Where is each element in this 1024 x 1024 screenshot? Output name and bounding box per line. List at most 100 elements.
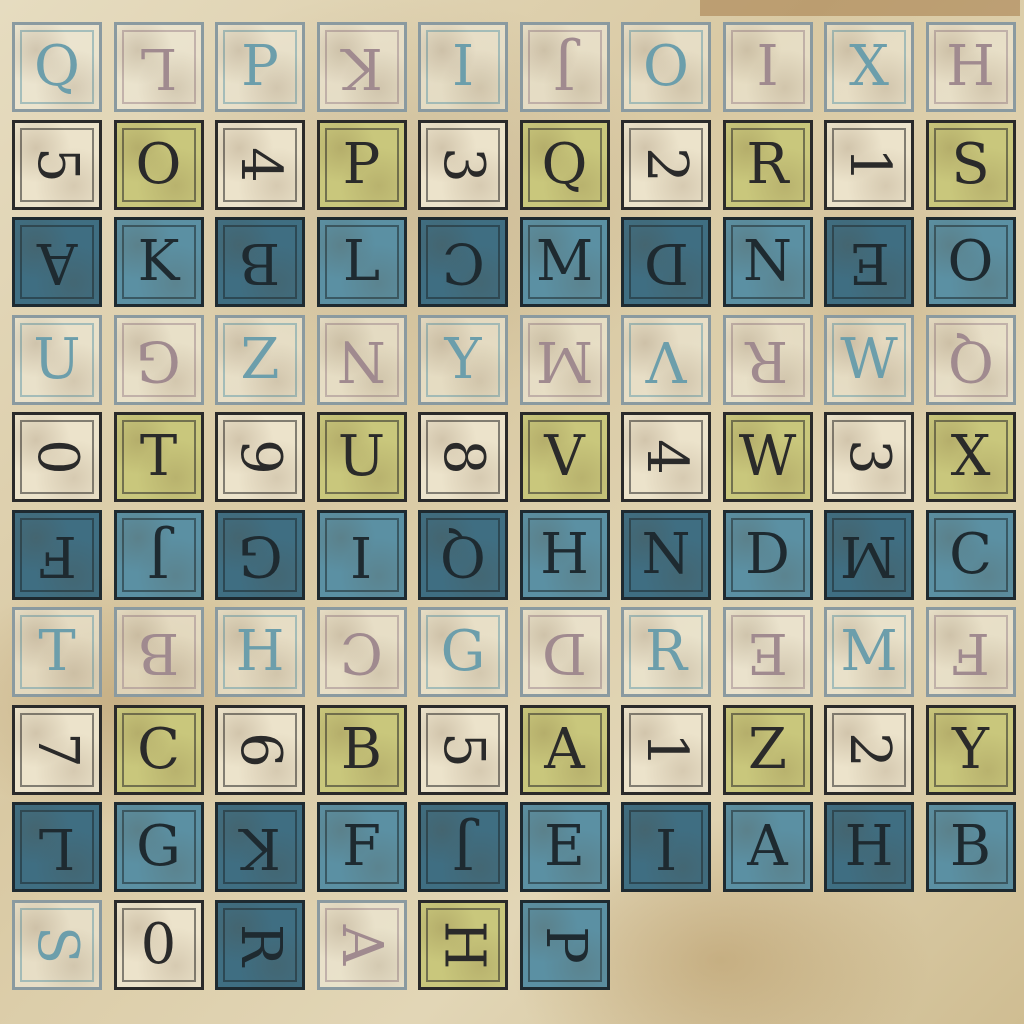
letter-tile: I bbox=[621, 802, 711, 892]
letter-tile: J bbox=[519, 22, 610, 112]
letter-tile: B bbox=[925, 802, 1016, 892]
letter-tile: P bbox=[519, 899, 610, 990]
letter-tile: R bbox=[621, 607, 711, 697]
tile-glyph: O bbox=[947, 229, 994, 294]
tile-glyph: N bbox=[743, 229, 792, 294]
tile-glyph: 3 bbox=[836, 439, 902, 475]
tile-glyph: Y bbox=[952, 716, 989, 782]
tile-glyph: C bbox=[949, 521, 992, 587]
letter-tile: V bbox=[519, 412, 610, 502]
tile-glyph: O bbox=[643, 34, 689, 99]
tile-glyph: O bbox=[135, 131, 182, 197]
tile-glyph: 5 bbox=[430, 731, 496, 768]
letter-tile: M bbox=[824, 607, 914, 697]
letter-tile: W bbox=[722, 412, 813, 502]
tile-glyph: V bbox=[645, 327, 687, 393]
tile-glyph: H bbox=[946, 34, 995, 99]
letter-tile: V bbox=[621, 314, 711, 405]
letter-tile: D bbox=[621, 217, 711, 307]
tile-glyph: W bbox=[840, 326, 898, 392]
letter-tile: 7 bbox=[12, 704, 102, 795]
tile-glyph: R bbox=[644, 619, 688, 684]
tile-glyph: Y bbox=[444, 326, 482, 392]
tile-glyph: A bbox=[36, 230, 78, 295]
tile-glyph: A bbox=[329, 924, 395, 965]
letter-tile: D bbox=[722, 509, 813, 600]
tile-glyph: H bbox=[844, 814, 894, 879]
letter-tile: X bbox=[925, 412, 1016, 502]
tile-glyph: I bbox=[451, 34, 475, 99]
tile-glyph: L bbox=[342, 229, 381, 294]
letter-tile: I bbox=[316, 509, 407, 600]
tile-glyph: 7 bbox=[24, 731, 90, 768]
tile-glyph: W bbox=[738, 424, 797, 489]
letter-tile: J bbox=[113, 509, 204, 600]
tile-glyph: K bbox=[340, 35, 383, 100]
letter-tile: 9 bbox=[215, 412, 305, 502]
tile-glyph: R bbox=[746, 327, 789, 393]
tile-glyph: L bbox=[38, 815, 76, 880]
letter-tile: O bbox=[113, 119, 204, 210]
letter-tile: P bbox=[316, 119, 407, 210]
letter-tile: N bbox=[316, 314, 407, 405]
tile-glyph: L bbox=[139, 35, 178, 100]
tile-glyph: R bbox=[746, 131, 789, 197]
letter-tile: K bbox=[316, 22, 407, 112]
tile-glyph: Q bbox=[947, 327, 994, 393]
letter-tile: Y bbox=[925, 704, 1016, 795]
letter-tile: Z bbox=[722, 704, 813, 795]
letter-tile: G bbox=[113, 802, 204, 892]
letter-tile: M bbox=[824, 509, 914, 600]
tile-glyph: H bbox=[431, 920, 496, 969]
tile-glyph: J bbox=[553, 35, 576, 100]
tile-glyph: G bbox=[237, 522, 283, 588]
tile-glyph: 5 bbox=[24, 146, 90, 183]
letter-tile: E bbox=[824, 217, 914, 307]
tile-glyph: C bbox=[441, 230, 485, 295]
tile-glyph: 9 bbox=[227, 439, 293, 475]
tile-glyph: G bbox=[136, 814, 181, 879]
tile-glyph: 8 bbox=[430, 439, 496, 475]
letter-tile: G bbox=[215, 509, 305, 600]
tile-glyph: B bbox=[340, 716, 383, 782]
letter-tile: B bbox=[215, 217, 305, 307]
letter-tile: D bbox=[519, 607, 610, 697]
tile-glyph: 4 bbox=[633, 439, 699, 475]
letter-tile: B bbox=[113, 607, 204, 697]
tile-glyph: I bbox=[654, 815, 678, 880]
letter-tile: H bbox=[215, 607, 305, 697]
tile-glyph: M bbox=[535, 229, 594, 294]
letter-tile-grid: QLPKIJOIXH5O4P3Q2R1SAKBLCMDNEOUGZNYMVRWQ… bbox=[12, 22, 1016, 1012]
letter-tile: 2 bbox=[824, 704, 914, 795]
letter-tile: H bbox=[418, 899, 508, 990]
tile-glyph: N bbox=[337, 327, 386, 393]
letter-tile: M bbox=[519, 217, 610, 307]
tile-glyph: K bbox=[137, 229, 180, 294]
tile-glyph: P bbox=[532, 925, 598, 964]
letter-tile: 2 bbox=[621, 119, 711, 210]
letter-tile: H bbox=[925, 22, 1016, 112]
letter-tile: B bbox=[316, 704, 407, 795]
letter-tile: 1 bbox=[824, 119, 914, 210]
letter-tile: G bbox=[418, 607, 508, 697]
letter-tile: P bbox=[215, 22, 305, 112]
tile-glyph: H bbox=[235, 619, 285, 684]
letter-tile: Z bbox=[215, 314, 305, 405]
letter-tile: 1 bbox=[621, 704, 711, 795]
letter-tile: N bbox=[722, 217, 813, 307]
tile-glyph: A bbox=[747, 814, 788, 879]
tile-glyph: M bbox=[840, 522, 898, 588]
letter-tile: 0 bbox=[12, 412, 102, 502]
tile-glyph: I bbox=[756, 34, 779, 99]
tile-glyph: C bbox=[137, 716, 180, 782]
letter-tile: L bbox=[12, 802, 102, 892]
tile-glyph: Z bbox=[240, 326, 280, 392]
tile-glyph: I bbox=[350, 522, 373, 588]
tile-glyph: J bbox=[147, 522, 170, 588]
tile-glyph: B bbox=[949, 814, 992, 879]
tile-glyph: T bbox=[139, 424, 178, 489]
letter-tile: 4 bbox=[621, 412, 711, 502]
tile-glyph: A bbox=[544, 716, 585, 782]
tile-glyph: 1 bbox=[836, 146, 902, 183]
letter-tile: 3 bbox=[824, 412, 914, 502]
